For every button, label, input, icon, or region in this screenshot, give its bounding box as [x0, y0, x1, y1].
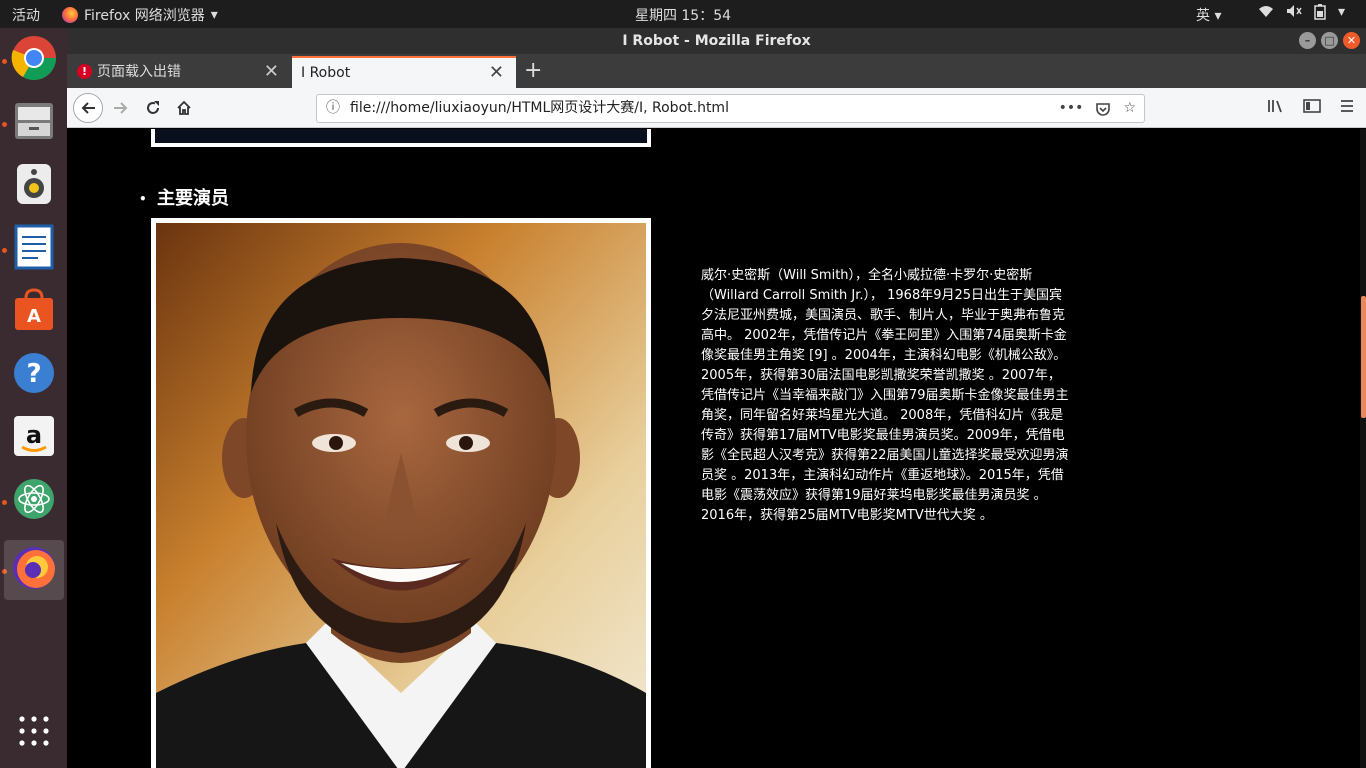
system-top-bar: 活动 Firefox 网络浏览器 ▾ 星期四 15：54 英 ▾ ▾ — [0, 0, 1366, 28]
page-scrollbar[interactable] — [1360, 129, 1366, 768]
home-button[interactable] — [170, 94, 198, 122]
hamburger-menu-icon[interactable] — [1339, 98, 1355, 118]
actor-bio: 威尔·史密斯（Will Smith），全名小威拉德·卡罗尔·史密斯（Willar… — [701, 268, 1069, 523]
back-button[interactable] — [73, 93, 103, 123]
launcher: A ? a — [0, 28, 67, 768]
window-controls: – □ ✕ — [1299, 32, 1360, 49]
window-title: I Robot - Mozilla Firefox — [622, 33, 811, 49]
navigation-toolbar: ⓘ file:///home/liuxiaoyun/HTML网页设计大赛/I, … — [67, 88, 1366, 128]
launcher-item-amazon[interactable]: a — [4, 408, 64, 468]
firefox-icon — [11, 545, 57, 595]
toolbar-right — [1267, 98, 1355, 118]
site-info-icon[interactable]: ⓘ — [326, 95, 340, 122]
previous-image-frame — [151, 129, 651, 147]
launcher-item-writer[interactable] — [4, 219, 64, 279]
url-text: file:///home/liuxiaoyun/HTML网页设计大赛/I, Ro… — [350, 100, 729, 116]
volume-icon — [1286, 4, 1302, 24]
battery-icon — [1314, 4, 1326, 24]
close-tab-icon[interactable]: ✕ — [489, 58, 504, 88]
launcher-item-help[interactable]: ? — [4, 345, 64, 405]
minimize-button[interactable]: – — [1299, 32, 1316, 49]
close-window-button[interactable]: ✕ — [1343, 32, 1360, 49]
library-icon[interactable] — [1267, 98, 1285, 118]
forward-button[interactable] — [107, 94, 135, 122]
launcher-item-chrome[interactable] — [4, 30, 64, 90]
sidebar-icon[interactable] — [1303, 98, 1321, 118]
launcher-item-firefox[interactable] — [4, 540, 64, 600]
maximize-button[interactable]: □ — [1321, 32, 1338, 49]
clock[interactable]: 星期四 15：54 — [0, 5, 1366, 25]
amazon-icon: a — [12, 414, 56, 462]
svg-text:?: ? — [26, 359, 41, 389]
actor-photo — [151, 218, 651, 768]
input-method-indicator[interactable]: 英 ▾ — [1196, 5, 1221, 25]
section-title: 主要演员 — [157, 188, 229, 209]
tab-i-robot[interactable]: I Robot ✕ — [292, 56, 516, 88]
speaker-icon — [14, 162, 54, 210]
bullet-icon: • — [139, 192, 147, 206]
tab-load-error[interactable]: ! 页面载入出错 ✕ — [67, 56, 291, 88]
help-icon: ? — [12, 351, 56, 399]
error-icon: ! — [77, 64, 92, 79]
chrome-icon — [11, 35, 57, 85]
svg-text:a: a — [26, 421, 42, 449]
close-tab-icon[interactable]: ✕ — [264, 56, 279, 88]
bookmark-star-icon[interactable]: ☆ — [1123, 95, 1136, 127]
wifi-icon — [1258, 4, 1274, 24]
tab-label: 页面载入出错 — [97, 64, 181, 80]
actor-portrait-image — [156, 223, 646, 768]
window-titlebar[interactable]: I Robot - Mozilla Firefox – □ ✕ — [67, 28, 1366, 54]
launcher-item-files[interactable] — [4, 93, 64, 153]
address-bar[interactable]: ⓘ file:///home/liuxiaoyun/HTML网页设计大赛/I, … — [316, 94, 1145, 123]
page-content: • 主要演员 威尔·史密斯（Will Smith），全名小威拉德·卡罗尔·史密斯… — [67, 129, 1360, 768]
power-menu-icon: ▾ — [1338, 4, 1346, 20]
new-tab-button[interactable]: + — [524, 56, 542, 86]
scrollbar-thumb[interactable] — [1361, 296, 1366, 418]
launcher-item-rhythmbox[interactable] — [4, 156, 64, 216]
tab-bar: ! 页面载入出错 ✕ I Robot ✕ + — [67, 54, 1366, 88]
system-tray[interactable]: ▾ — [1258, 4, 1345, 24]
page-actions-icon[interactable]: ••• — [1059, 95, 1084, 127]
section-heading: • 主要演员 — [139, 184, 229, 210]
tab-label: I Robot — [301, 65, 351, 81]
app-grid-icon — [18, 715, 50, 751]
atom-icon — [12, 477, 56, 525]
pocket-icon[interactable] — [1095, 95, 1111, 127]
launcher-item-software[interactable]: A — [4, 282, 64, 342]
document-icon — [14, 224, 54, 274]
launcher-item-apps[interactable] — [4, 703, 64, 763]
address-bar-actions: ••• ☆ — [1059, 95, 1136, 127]
launcher-item-atom[interactable] — [4, 471, 64, 531]
shopping-bag-icon: A — [12, 288, 56, 336]
reload-button[interactable] — [139, 94, 167, 122]
svg-text:A: A — [27, 306, 41, 327]
file-cabinet-icon — [12, 99, 56, 147]
